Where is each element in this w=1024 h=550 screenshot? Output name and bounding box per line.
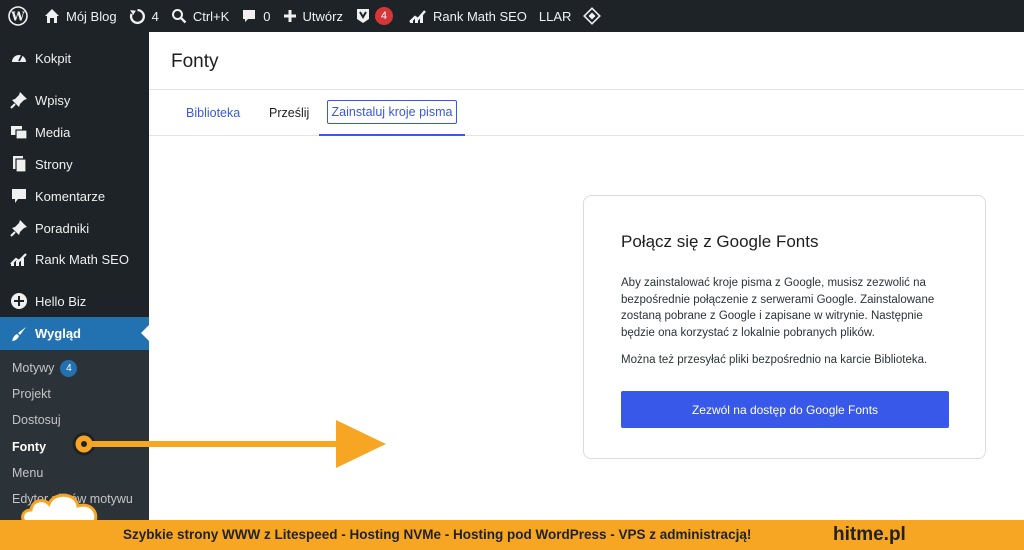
rank-math-icon bbox=[409, 9, 427, 23]
comment-icon bbox=[241, 8, 257, 24]
llar-link[interactable]: LLAR bbox=[533, 0, 578, 32]
banner-text: Szybkie strony WWW z Litespeed - Hosting… bbox=[123, 527, 752, 542]
rank-math-icon bbox=[9, 249, 29, 269]
annotation-arrow bbox=[72, 420, 386, 468]
home-icon bbox=[44, 8, 60, 24]
search-link[interactable]: Ctrl+K bbox=[165, 0, 235, 32]
allow-google-fonts-button[interactable]: Zezwól na dostęp do Google Fonts bbox=[621, 391, 949, 428]
plus-circle-icon bbox=[9, 291, 29, 311]
yoast-notification-badge: 4 bbox=[374, 7, 393, 25]
sidebar-item-media[interactable]: Media bbox=[0, 116, 149, 148]
sidebar-item-label: Wygląd bbox=[35, 326, 81, 341]
updates-link[interactable]: 4 bbox=[123, 0, 165, 32]
search-icon bbox=[171, 8, 187, 24]
create-label: Utwórz bbox=[302, 8, 343, 24]
rank-math-label: Rank Math SEO bbox=[432, 8, 527, 24]
plus-icon bbox=[283, 9, 297, 23]
sidebar-item-label: Rank Math SEO bbox=[35, 251, 129, 267]
sidebar-item-wyglad[interactable]: Wygląd bbox=[0, 317, 149, 350]
yoast-icon bbox=[355, 7, 371, 25]
search-shortcut-label: Ctrl+K bbox=[192, 8, 230, 24]
brush-icon bbox=[9, 324, 29, 344]
svg-text:W: W bbox=[10, 10, 25, 24]
wordpress-logo-icon: W bbox=[8, 6, 28, 26]
sidebar-item-poradniki[interactable]: Poradniki bbox=[0, 212, 149, 244]
plugin-diamond-button[interactable] bbox=[577, 0, 607, 32]
site-name-link[interactable]: Mój Blog bbox=[38, 0, 123, 32]
sidebar-item-label: Wpisy bbox=[35, 92, 71, 108]
active-menu-arrow bbox=[141, 325, 149, 341]
comments-count: 0 bbox=[263, 8, 271, 24]
tab-label: Biblioteka bbox=[186, 106, 241, 120]
submenu-item-fonty[interactable]: Fonty bbox=[12, 437, 46, 457]
wordpress-logo-button[interactable]: W bbox=[0, 0, 38, 32]
rank-math-link[interactable]: Rank Math SEO bbox=[399, 0, 533, 32]
page-header: Fonty bbox=[149, 32, 1024, 90]
sidebar-item-label: Hello Biz bbox=[35, 293, 87, 309]
tab-biblioteka[interactable]: Biblioteka bbox=[186, 90, 240, 136]
tab-label: Zainstaluj kroje pisma bbox=[326, 100, 458, 124]
create-new-link[interactable]: Utwórz bbox=[277, 0, 349, 32]
submenu-item-dostosuj[interactable]: Dostosuj bbox=[12, 410, 61, 430]
sidebar-item-label: Poradniki bbox=[35, 220, 90, 236]
sidebar-item-label: Media bbox=[35, 124, 71, 140]
card-body: Aby zainstalować kroje pisma z Google, m… bbox=[621, 275, 951, 380]
submenu-item-label: Fonty bbox=[12, 440, 47, 454]
submenu-item-label: Menu bbox=[12, 466, 44, 480]
pages-icon bbox=[9, 154, 29, 174]
promo-banner: Szybkie strony WWW z Litespeed - Hosting… bbox=[0, 520, 1024, 550]
google-fonts-card: Połącz się z Google Fonts Aby zainstalow… bbox=[583, 195, 986, 459]
updates-count: 4 bbox=[151, 8, 159, 24]
card-title: Połącz się z Google Fonts bbox=[621, 232, 819, 251]
submenu-item-motywy[interactable]: Motywy 4 bbox=[12, 358, 78, 378]
pin-icon bbox=[9, 90, 29, 110]
llar-label: LLAR bbox=[538, 8, 572, 24]
sidebar-item-label: Kokpit bbox=[35, 50, 72, 66]
tab-przeslij[interactable]: Prześlij bbox=[269, 90, 309, 136]
card-paragraph: Aby zainstalować kroje pisma z Google, m… bbox=[621, 277, 935, 339]
site-name-label: Mój Blog bbox=[66, 8, 117, 24]
pin-icon bbox=[9, 218, 29, 238]
tab-label: Prześlij bbox=[269, 106, 310, 120]
sidebar-item-rank-math-seo[interactable]: Rank Math SEO bbox=[0, 243, 149, 275]
submenu-item-label: Motywy bbox=[12, 361, 55, 375]
yoast-seo-link[interactable]: 4 bbox=[349, 0, 399, 32]
submenu-item-projekt[interactable]: Projekt bbox=[12, 384, 51, 404]
sidebar-item-strony[interactable]: Strony bbox=[0, 148, 149, 180]
sidebar-item-label: Strony bbox=[35, 156, 73, 172]
updates-icon bbox=[129, 8, 146, 25]
sidebar-item-hello-biz[interactable]: Hello Biz bbox=[0, 285, 149, 317]
sidebar-item-komentarze[interactable]: Komentarze bbox=[0, 180, 149, 212]
sidebar-item-label: Komentarze bbox=[35, 188, 106, 204]
submenu-item-label: Dostosuj bbox=[12, 413, 61, 427]
comment-icon bbox=[9, 186, 29, 206]
themes-update-badge: 4 bbox=[60, 359, 78, 377]
media-icon bbox=[9, 122, 29, 142]
comments-link[interactable]: 0 bbox=[235, 0, 276, 32]
card-paragraph: Można też przesyłać pliki bezpośrednio n… bbox=[621, 354, 928, 366]
submenu-item-label: Projekt bbox=[12, 387, 51, 401]
sidebar-item-kokpit[interactable]: Kokpit bbox=[0, 42, 149, 74]
page-title: Fonty bbox=[171, 51, 219, 72]
tab-zainstaluj-kroje-pisma[interactable]: Zainstaluj kroje pisma bbox=[319, 90, 465, 136]
admin-bar: W Mój Blog 4 Ctrl+K 0 Utwórz 4 Rank Math… bbox=[0, 0, 1024, 32]
submenu-item-menu[interactable]: Menu bbox=[12, 463, 43, 483]
banner-brand: hitme.pl bbox=[833, 524, 906, 545]
font-tabs: Biblioteka Prześlij Zainstaluj kroje pis… bbox=[149, 90, 1024, 136]
sidebar-item-wpisy[interactable]: Wpisy bbox=[0, 84, 149, 116]
dashboard-icon bbox=[9, 48, 29, 68]
diamond-icon bbox=[583, 7, 602, 25]
